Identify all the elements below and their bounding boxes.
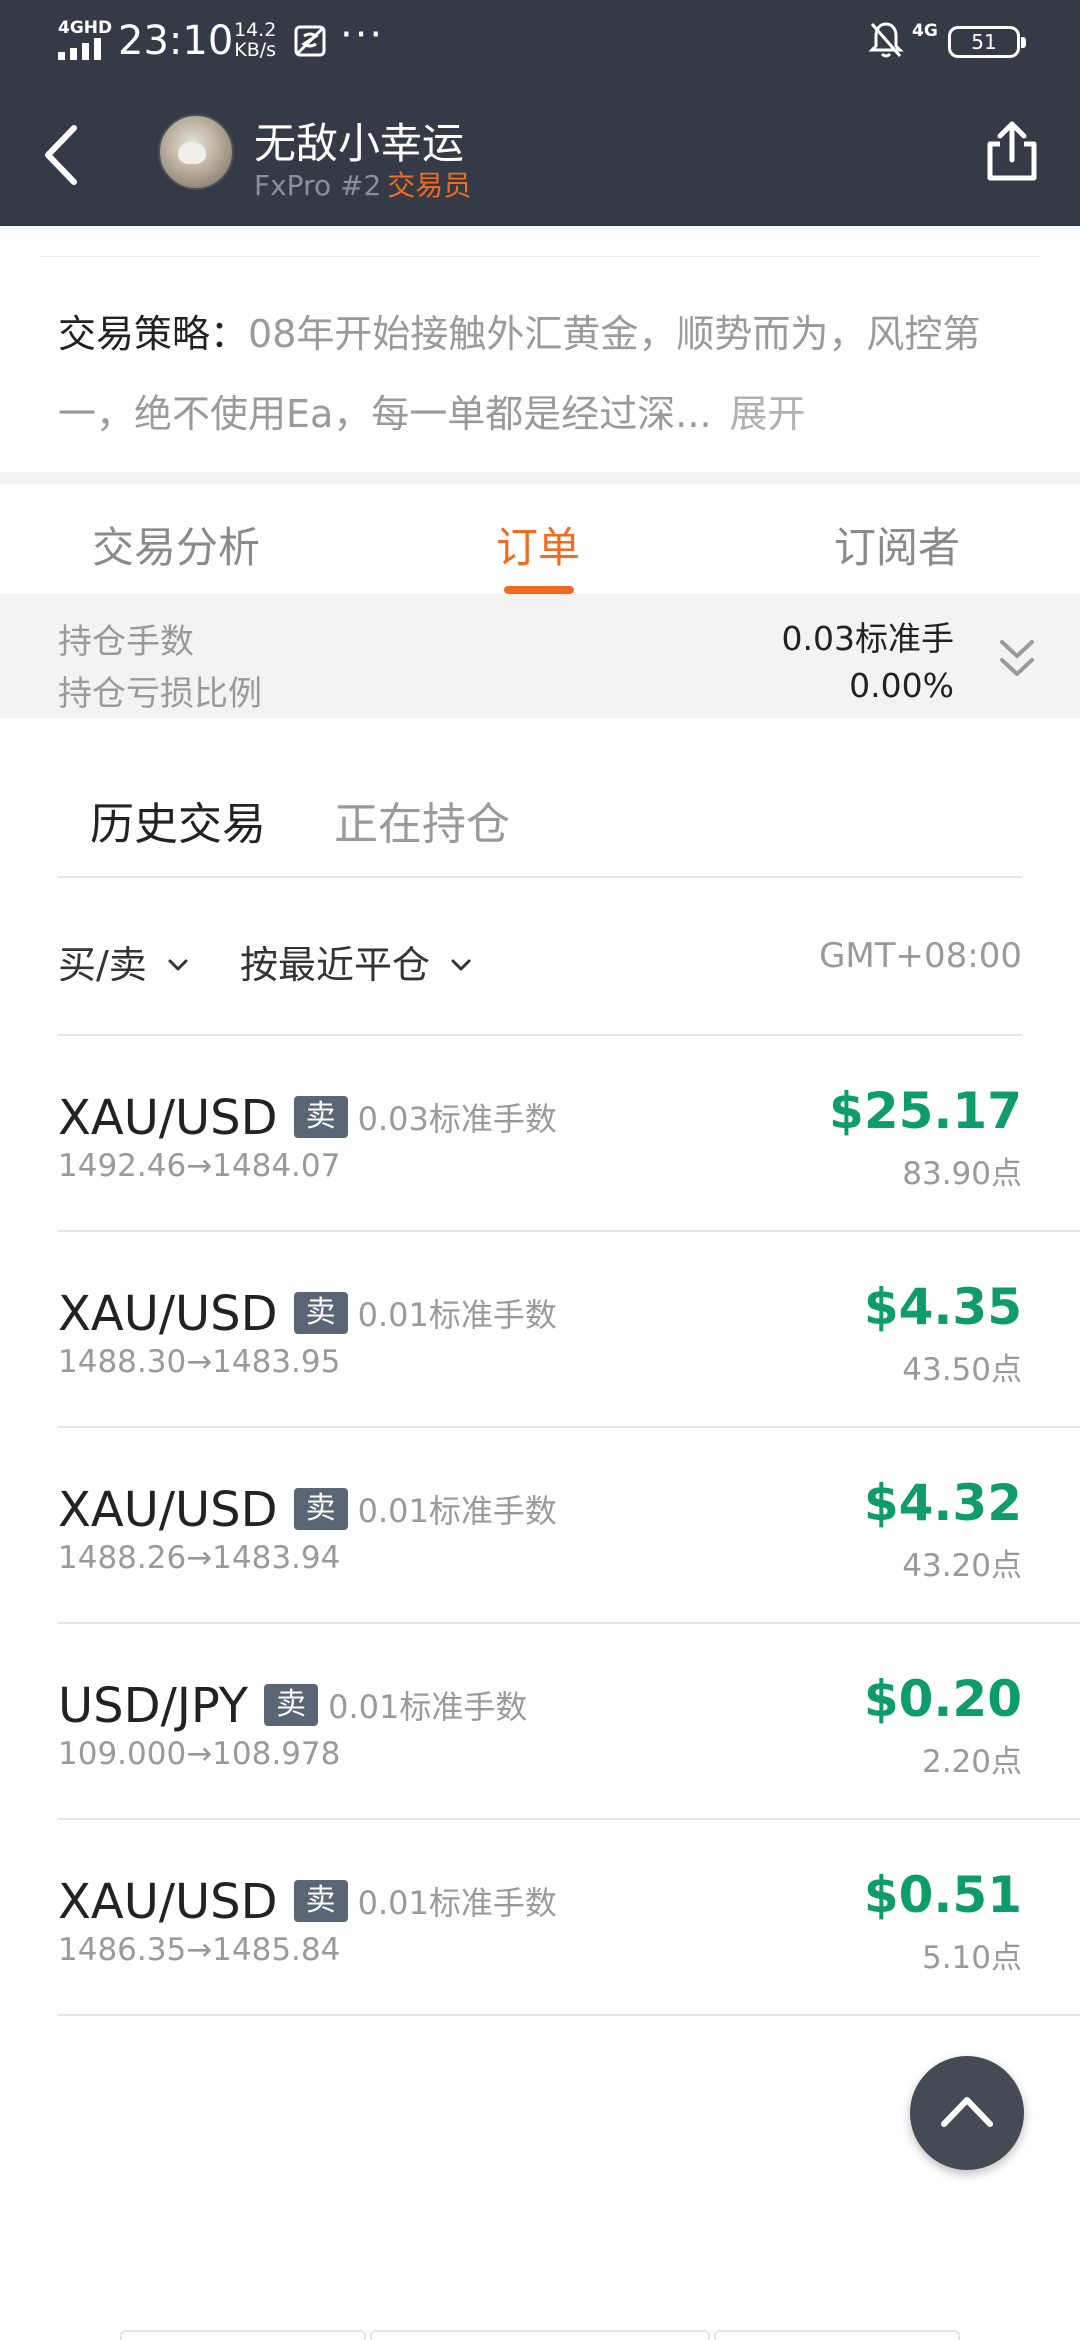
lot-size: 0.01标准手数 [357,1492,557,1530]
share-icon[interactable] [982,118,1042,184]
trade-points: 43.50点 [902,1352,1022,1388]
trader-name: 无敌小幸运 [254,119,465,168]
section-gap [0,472,1080,484]
trade-symbol-line: XAU/USD 卖 0.01标准手数 [58,1286,557,1342]
trade-prices: 1488.26→1483.94 [58,1540,341,1576]
network-speed: 14.2 KB/s [234,19,277,61]
trade-symbol: USD/JPY [58,1678,249,1734]
trade-symbol-line: XAU/USD 卖 0.01标准手数 [58,1874,557,1930]
trader-role: 交易员 [387,169,472,202]
app-header: 无敌小幸运 FxPro #2 交易员 [0,84,1080,226]
tab-subscribers[interactable]: 订阅者 [834,514,960,575]
side-badge: 卖 [293,1880,348,1922]
trade-row[interactable]: XAU/USD 卖 0.01标准手数 1486.35→1485.84 $0.51 5… [0,1820,1080,2016]
scroll-to-top-button[interactable] [910,2056,1024,2170]
strategy-section: 交易策略：08年开始接触外汇黄金，顺势而为，风控第一，绝不使用Ea，每一单都是经… [0,226,1080,472]
clock: 23:10 [118,18,234,64]
trade-profit: $0.20 [863,1670,1022,1728]
tab-orders[interactable]: 订单 [496,514,580,575]
avatar[interactable] [158,114,234,190]
sort-label: 按最近平仓 [240,943,431,987]
trade-row[interactable]: XAU/USD 卖 0.01标准手数 1488.26→1483.94 $4.32 4… [0,1428,1080,1624]
bottom-card[interactable] [370,2330,710,2340]
side-badge: 卖 [264,1684,319,1726]
screen-record-icon [294,25,326,57]
divider [58,876,1022,878]
trade-prices: 1488.30→1483.95 [58,1344,341,1380]
side-badge: 卖 [293,1488,348,1530]
status-bar: 4GHD 23:10 14.2 KB/s ··· 4G 51 [0,0,1080,84]
trade-symbol-line: USD/JPY 卖 0.01标准手数 [58,1678,527,1734]
trade-prices: 1492.46→1484.07 [58,1148,341,1184]
filter-bar: 买/卖 按最近平仓 GMT+08:00 [0,880,1080,1036]
trade-symbol-line: XAU/USD 卖 0.01标准手数 [58,1482,557,1538]
trade-points: 43.20点 [902,1548,1022,1584]
tab-trade-analysis[interactable]: 交易分析 [92,514,260,575]
main-tabs: 交易分析 订单 订阅者 [0,484,1080,594]
trade-points: 83.90点 [902,1156,1022,1192]
network-4g: 4G [912,21,938,41]
lot-size: 0.01标准手数 [357,1296,557,1334]
back-arrow-icon[interactable] [36,118,96,192]
position-loss-value: 0.00% [849,666,954,705]
more-notifications-icon: ··· [340,12,385,58]
trader-subtitle: FxPro #2 交易员 [254,164,471,204]
lot-size: 0.01标准手数 [328,1688,528,1726]
trade-profit: $4.35 [863,1278,1022,1336]
trade-symbol: XAU/USD [58,1286,278,1342]
subtab-history[interactable]: 历史交易 [90,788,266,852]
trade-symbol: XAU/USD [58,1482,278,1538]
lot-size: 0.03标准手数 [357,1100,557,1138]
chevron-down-icon [168,959,188,970]
trade-profit: $4.32 [863,1474,1022,1532]
side-filter-label: 买/卖 [58,943,147,987]
trade-prices: 1486.35→1485.84 [58,1932,341,1968]
trade-symbol: XAU/USD [58,1090,278,1146]
strategy-text: 交易策略：08年开始接触外汇黄金，顺势而为，风控第一，绝不使用Ea，每一单都是经… [58,294,1018,454]
divider [40,256,1040,257]
trade-symbol: XAU/USD [58,1874,278,1930]
timezone-label: GMT+08:00 [819,936,1022,976]
bell-off-icon [868,22,904,58]
trade-points: 2.20点 [921,1744,1022,1780]
subtab-open-positions[interactable]: 正在持仓 [334,788,510,852]
signal-icon [58,38,101,60]
trade-list: XAU/USD 卖 0.03标准手数 1492.46→1484.07 $25.17 … [0,1036,1080,2016]
lot-size: 0.01标准手数 [357,1884,557,1922]
active-tab-indicator [504,586,574,594]
side-badge: 卖 [293,1096,348,1138]
expand-link[interactable]: 展开 [730,392,806,436]
network-type: 4GHD [58,18,113,38]
position-lots-label: 持仓手数 [58,622,194,662]
side-badge: 卖 [293,1292,348,1334]
sort-dropdown[interactable]: 按最近平仓 [240,934,472,989]
trade-profit: $25.17 [829,1082,1022,1140]
trade-prices: 109.000→108.978 [58,1736,341,1772]
side-filter-dropdown[interactable]: 买/卖 [58,934,189,989]
order-subtabs: 历史交易 正在持仓 [0,718,1080,878]
position-summary: 持仓手数 0.03标准手 持仓亏损比例 0.00% [0,594,1080,718]
trade-row[interactable]: USD/JPY 卖 0.01标准手数 109.000→108.978 $0.20 2… [0,1624,1080,1820]
strategy-label: 交易策略： [58,312,249,356]
chevron-down-icon [451,959,471,970]
trade-row[interactable]: XAU/USD 卖 0.03标准手数 1492.46→1484.07 $25.17 … [0,1036,1080,1232]
trade-row[interactable]: XAU/USD 卖 0.01标准手数 1488.30→1483.95 $4.35 4… [0,1232,1080,1428]
position-lots-value: 0.03标准手 [781,619,954,658]
trade-profit: $0.51 [863,1866,1022,1924]
battery-icon: 51 [948,26,1026,58]
position-loss-label: 持仓亏损比例 [58,674,262,714]
chevron-up-icon [941,2097,993,2127]
double-chevron-down-icon[interactable] [994,634,1040,684]
bottom-card[interactable] [120,2330,366,2340]
trade-points: 5.10点 [921,1940,1022,1976]
broker-name: FxPro #2 [254,169,382,202]
bottom-card[interactable] [714,2330,960,2340]
trade-symbol-line: XAU/USD 卖 0.03标准手数 [58,1090,557,1146]
